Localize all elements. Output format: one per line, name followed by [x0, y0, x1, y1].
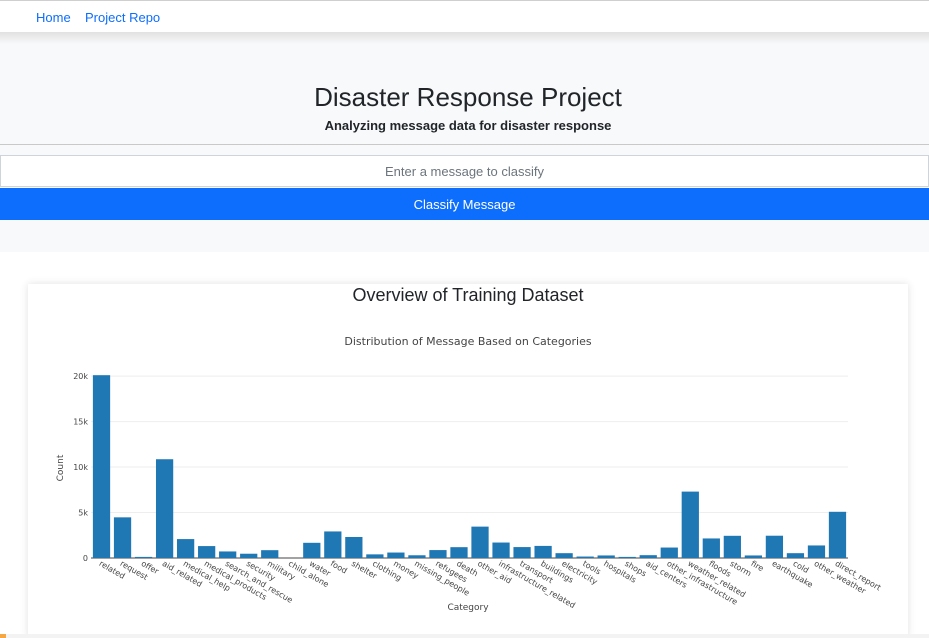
bar-other-aid[interactable] — [471, 526, 489, 558]
bar-direct-report[interactable] — [828, 511, 847, 558]
bar-tools[interactable] — [576, 556, 594, 558]
x-tick-label: food — [329, 559, 349, 576]
x-tick-label: storm — [728, 559, 753, 578]
x-tick-labels: relatedrequestoffer aid_relatedmedical_he… — [98, 559, 883, 610]
bar-water[interactable] — [303, 542, 321, 558]
y-tick-labels: 0 5k 10k 15k 20k — [73, 372, 88, 563]
bar-weather-related[interactable] — [681, 491, 699, 558]
category-distribution-chart: Distribution of Message Based on Categor… — [56, 335, 883, 613]
bottom-bar — [0, 634, 929, 638]
y-tick-label: 5k — [78, 509, 88, 518]
bar-transport[interactable] — [513, 547, 531, 558]
y-tick-label: 15k — [73, 418, 88, 427]
bar-request[interactable] — [113, 517, 132, 558]
bar-fire[interactable] — [744, 555, 762, 558]
bar-military[interactable] — [261, 550, 279, 558]
y-tick-label: 20k — [73, 372, 88, 381]
y-axis-title: Count — [56, 454, 66, 481]
bottom-accent — [0, 634, 6, 638]
bar-aid-related[interactable] — [155, 459, 174, 558]
bar-earthquake[interactable] — [765, 535, 784, 558]
bar-other-weather[interactable] — [807, 545, 826, 558]
bar-buildings[interactable] — [534, 545, 552, 558]
bar-electricity[interactable] — [555, 553, 573, 558]
x-axis-title: Category — [447, 603, 489, 613]
bar-money[interactable] — [387, 552, 405, 558]
bar-medical-products[interactable] — [198, 546, 216, 558]
bar-shelter[interactable] — [345, 536, 363, 558]
chart-title: Distribution of Message Based on Categor… — [344, 335, 592, 348]
bar-refugees[interactable] — [429, 550, 447, 558]
bar-medical-help[interactable] — [177, 539, 195, 558]
bar-floods[interactable] — [702, 538, 720, 558]
bar-other-infrastructure[interactable] — [660, 547, 678, 558]
chart-gridlines — [91, 375, 848, 559]
bar-security[interactable] — [240, 553, 258, 558]
bar-death[interactable] — [450, 547, 468, 558]
y-tick-label: 0 — [83, 554, 88, 563]
y-tick-label: 10k — [73, 463, 88, 472]
bar-aid-centers[interactable] — [639, 555, 657, 558]
bar-hospitals[interactable] — [597, 555, 615, 558]
bar-infrastructure-related[interactable] — [492, 542, 510, 558]
bar-clothing[interactable] — [366, 554, 384, 558]
bar-storm[interactable] — [723, 535, 741, 558]
bar-search-and-rescue[interactable] — [219, 551, 237, 558]
bar-related[interactable] — [92, 375, 111, 558]
bar-missing-people[interactable] — [408, 555, 426, 558]
bar-cold[interactable] — [786, 553, 805, 558]
bar-food[interactable] — [324, 531, 342, 558]
